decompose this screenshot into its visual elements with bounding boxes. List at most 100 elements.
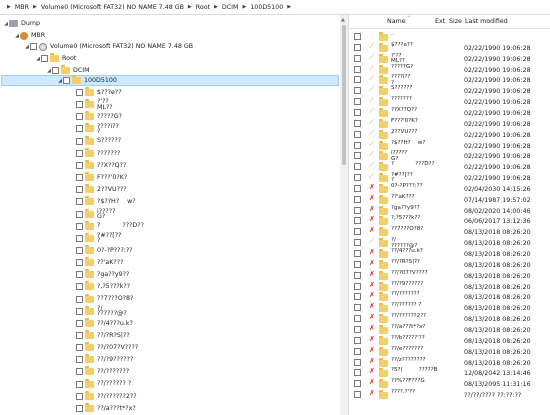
checkbox[interactable] bbox=[76, 174, 83, 182]
list-item[interactable]: ✗ ?,?5???k?? 06/06/2017 13:12:36 bbox=[349, 215, 550, 226]
list-item[interactable]: ✗ ??/??????? 08/13/2018 08:26:20 bbox=[349, 291, 550, 302]
checkbox[interactable] bbox=[354, 358, 361, 366]
list-item[interactable]: ⟋ ????i?? ? 02/22/1990 19:06:28 bbox=[349, 74, 550, 86]
checkbox[interactable] bbox=[76, 101, 83, 109]
checkbox[interactable] bbox=[354, 108, 361, 116]
checkbox[interactable] bbox=[354, 54, 361, 62]
checkbox[interactable] bbox=[354, 293, 361, 301]
breadcrumb-item-mbr[interactable]: MBR bbox=[15, 4, 29, 11]
checkbox[interactable] bbox=[76, 89, 83, 96]
checkbox[interactable] bbox=[76, 125, 83, 133]
tree-item-child[interactable]: ??/??????2?? bbox=[76, 390, 137, 402]
tree-item-child[interactable]: ??/?R?S|?? bbox=[76, 330, 130, 341]
tree-item-100d5100[interactable]: ◢ 100D5100 bbox=[1, 75, 339, 86]
tree-item-child[interactable]: ? ???D?? bbox=[76, 220, 144, 232]
checkbox[interactable] bbox=[30, 43, 37, 50]
list-item[interactable]: ✗ ??7???O?8? 08/13/2018 08:26:20 bbox=[349, 226, 550, 237]
checkbox[interactable] bbox=[76, 113, 83, 121]
checkbox[interactable] bbox=[76, 186, 83, 194]
checkbox[interactable] bbox=[354, 195, 361, 203]
checkbox[interactable] bbox=[354, 43, 361, 51]
tree-item-child[interactable]: ??/4???u.k? bbox=[76, 317, 133, 329]
tree-item-child[interactable]: ????i?? ? bbox=[76, 123, 119, 135]
checkbox[interactable] bbox=[354, 152, 361, 160]
checkbox[interactable] bbox=[52, 67, 59, 74]
tree-item-child[interactable]: 2??VU??? bbox=[76, 184, 127, 195]
list-item[interactable]: ✗ ??/z???????? 08/13/2018 08:26:20 bbox=[349, 357, 550, 368]
list-item[interactable]: ✗ ??/e??????? 08/13/2018 08:26:20 bbox=[349, 346, 550, 357]
tree-item-child[interactable]: ?/ ??????@? bbox=[76, 305, 127, 317]
list-item[interactable]: ⟋ ??X??Q?? 02/22/1990 19:06:28 bbox=[349, 107, 550, 118]
checkbox[interactable] bbox=[354, 33, 361, 40]
list-item[interactable]: ✗ ?ga??y9?? 08/02/2020 14:00:46 bbox=[349, 205, 550, 216]
tree-item-dump[interactable]: ◢ Dump bbox=[3, 18, 40, 29]
checkbox[interactable] bbox=[76, 210, 83, 218]
list-item[interactable]: ✗ 0?-?P???:?? 02/04/2030 14:15:26 bbox=[349, 183, 550, 194]
list-item[interactable]: ⟋ ?/ ??????@? 08/13/2018 08:26:20 bbox=[349, 237, 550, 248]
list-item[interactable]: ⟋ S?????? 02/22/1990 19:06:28 bbox=[349, 85, 550, 96]
checkbox[interactable] bbox=[76, 307, 83, 315]
checkbox[interactable] bbox=[354, 130, 361, 138]
checkbox[interactable] bbox=[63, 77, 70, 84]
list-item[interactable]: ⟋??????? 02/22/1990 19:06:28 bbox=[349, 96, 550, 107]
checkbox[interactable] bbox=[76, 137, 83, 145]
breadcrumb-item-dcim[interactable]: DCIM bbox=[222, 4, 239, 11]
checkbox[interactable] bbox=[354, 282, 361, 290]
tree-item-child[interactable]: 0?-?P???:?? bbox=[76, 244, 133, 256]
tree-item-child[interactable]: F???'0?K? bbox=[76, 172, 127, 183]
tree-item-child[interactable]: ?????G? bbox=[76, 111, 122, 122]
checkbox[interactable] bbox=[354, 260, 361, 268]
checkbox[interactable] bbox=[76, 404, 83, 412]
column-ext[interactable]: Ext bbox=[435, 18, 445, 25]
breadcrumb-item-100d5100[interactable]: 100D5100 bbox=[250, 4, 283, 11]
column-modified[interactable]: Last modified bbox=[465, 18, 508, 25]
tree-item-child[interactable]: ??/?07?V???? bbox=[76, 342, 138, 353]
list-item[interactable]: ✗ ??/a???t*?x? 08/13/2018 08:26:20 bbox=[349, 324, 550, 335]
checkbox[interactable] bbox=[354, 206, 361, 214]
checkbox[interactable] bbox=[354, 98, 361, 106]
checkbox[interactable] bbox=[354, 380, 361, 388]
checkbox[interactable] bbox=[76, 259, 83, 267]
checkbox[interactable] bbox=[354, 119, 361, 127]
checkbox[interactable] bbox=[76, 234, 83, 242]
list-item[interactable]: ✗ ??'aK??? 07/14/1987 19:57:02 bbox=[349, 194, 550, 205]
tree-item-child[interactable]: ?'?? ML?? bbox=[76, 99, 113, 110]
tree-item-child[interactable]: ??????? bbox=[76, 147, 120, 159]
list-item[interactable]: ⟋ ?$??H? w? 02/22/1990 19:06:28 bbox=[349, 140, 550, 151]
tree-scrollbar[interactable]: ▲ bbox=[340, 15, 348, 415]
list-item[interactable]: ✗ ??/?????? ? 08/13/2018 08:26:20 bbox=[349, 302, 550, 313]
list-item[interactable]: ✗ ??%??F???G 08/13/2095 11:31:16 bbox=[349, 378, 550, 389]
checkbox[interactable] bbox=[354, 76, 361, 84]
checkbox[interactable] bbox=[354, 315, 361, 323]
tree-item-child[interactable]: ??'aK??? bbox=[76, 257, 123, 268]
list-item[interactable]: ⟋ ?'?? ML?? 02/22/1990 19:06:28 bbox=[349, 53, 550, 64]
tree-item-root[interactable]: ◢ Root bbox=[35, 53, 76, 64]
scroll-up-icon[interactable]: ▲ bbox=[341, 17, 345, 23]
list-item[interactable]: ✗ ??/4???u.k? 08/13/2018 08:26:20 bbox=[349, 248, 550, 259]
column-name[interactable]: Name bbox=[387, 18, 406, 25]
checkbox[interactable] bbox=[354, 87, 361, 95]
tree-item-child[interactable]: ??/a???t*?x? bbox=[76, 402, 136, 414]
checkbox[interactable] bbox=[76, 246, 83, 254]
checkbox[interactable] bbox=[354, 347, 361, 355]
list-item[interactable]: ⟋ ? ???D?? 02/22/1990 19:06:28 bbox=[349, 161, 550, 172]
checkbox[interactable] bbox=[354, 228, 361, 236]
checkbox[interactable] bbox=[76, 222, 83, 230]
checkbox[interactable] bbox=[76, 149, 83, 157]
checkbox[interactable] bbox=[76, 198, 83, 206]
breadcrumb-item-volume[interactable]: Volume0 (Microsoft FAT32) NO NAME 7.48 G… bbox=[41, 4, 184, 11]
checkbox[interactable] bbox=[76, 344, 83, 352]
checkbox[interactable] bbox=[76, 283, 83, 291]
checkbox[interactable] bbox=[76, 356, 83, 364]
checkbox[interactable] bbox=[76, 380, 83, 388]
list-item[interactable]: ⟋ i????? G? 02/22/1990 19:06:28 bbox=[349, 150, 550, 162]
checkbox[interactable] bbox=[76, 295, 83, 303]
tree-item-volume[interactable]: ◢ Volume0 (Microsoft FAT32) NO NAME 7.48… bbox=[24, 41, 193, 52]
tree-item-child[interactable]: ??7???O?8? bbox=[76, 293, 133, 305]
checkbox[interactable] bbox=[354, 369, 361, 377]
list-item[interactable]: ⟋ ?#??[?? ? 02/22/1990 19:06:28 bbox=[349, 172, 550, 183]
list-item[interactable]: ⟋ F???'0?K? 02/22/1990 19:06:28 bbox=[349, 118, 550, 129]
checkbox[interactable] bbox=[354, 65, 361, 73]
column-size[interactable]: Size bbox=[449, 18, 462, 25]
list-item[interactable]: ✗ ??/?R?S|?? 08/13/2018 08:26:20 bbox=[349, 259, 550, 270]
